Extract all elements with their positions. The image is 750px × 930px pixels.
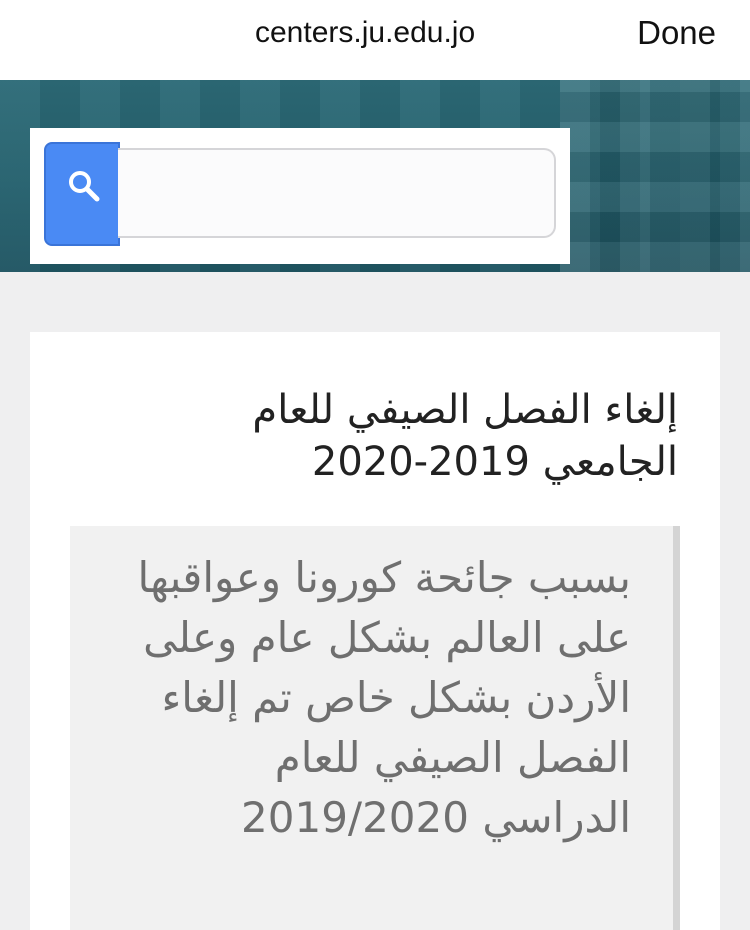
article-title: إلغاء الفصل الصيفي للعام الجامعي 2019-20… bbox=[252, 387, 678, 485]
article-quote-text: بسبب جائحة كورونا وعواقبها على العالم بش… bbox=[137, 553, 631, 842]
search-widget bbox=[30, 128, 570, 264]
search-icon bbox=[69, 171, 100, 202]
browser-top-bar: centers.ju.edu.jo Done bbox=[0, 0, 750, 80]
search-input[interactable] bbox=[118, 148, 556, 238]
article-blockquote: بسبب جائحة كورونا وعواقبها على العالم بش… bbox=[70, 526, 680, 930]
done-button[interactable]: Done bbox=[637, 14, 716, 52]
banner-pattern bbox=[560, 80, 750, 272]
search-button[interactable] bbox=[44, 142, 120, 246]
url-label[interactable]: centers.ju.edu.jo bbox=[255, 16, 500, 50]
article-card: إلغاء الفصل الصيفي للعام الجامعي 2019-20… bbox=[30, 332, 720, 930]
